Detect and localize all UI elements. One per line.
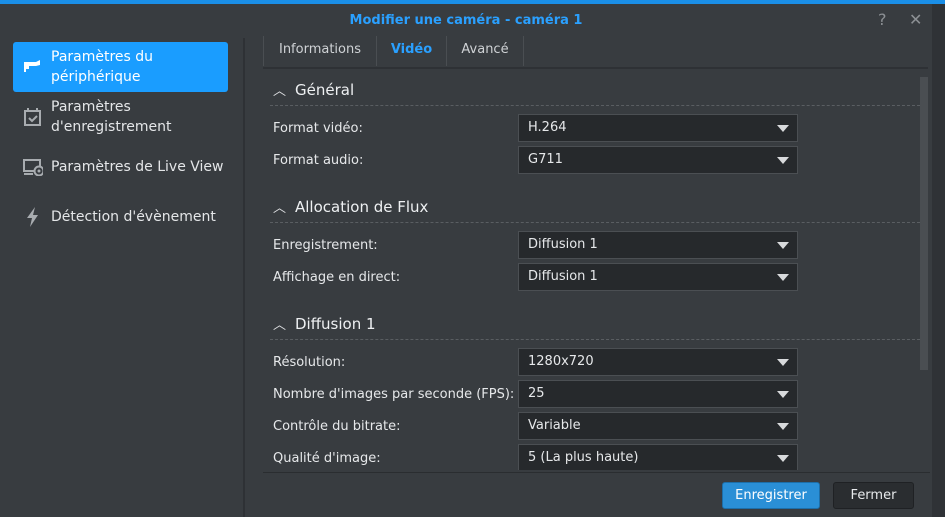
label-bitrate-control: Contrôle du bitrate: — [273, 419, 401, 434]
sidebar-item-recording-settings[interactable]: Paramètres d'enregistrement — [13, 92, 228, 142]
close-button[interactable]: Fermer — [833, 482, 914, 509]
label-live-view: Affichage en direct: — [273, 270, 401, 285]
resolution-select[interactable]: 1280x720 — [518, 348, 798, 376]
chevron-up-icon: ︿ — [273, 318, 287, 333]
chevron-up-icon: ︿ — [273, 201, 287, 216]
top-accent-bar — [0, 0, 945, 4]
dropdown-arrow-icon — [777, 242, 789, 249]
select-value: 5 (La plus haute) — [528, 450, 639, 465]
save-button[interactable]: Enregistrer — [722, 482, 820, 509]
lightning-icon — [23, 207, 43, 227]
dropdown-arrow-icon — [777, 274, 789, 281]
sidebar: Paramètres du périphérique Paramètres d'en… — [0, 38, 245, 517]
select-value: 25 — [528, 386, 545, 401]
select-value: H.264 — [528, 120, 567, 135]
dropdown-arrow-icon — [777, 125, 789, 132]
section-title: Allocation de Flux — [295, 198, 429, 216]
dropdown-arrow-icon — [777, 391, 789, 398]
label-video-format: Format vidéo: — [273, 121, 363, 136]
dropdown-arrow-icon — [777, 455, 789, 462]
section-title: Diffusion 1 — [295, 315, 376, 333]
camera-icon — [23, 57, 43, 77]
background-window — [932, 4, 945, 517]
edit-camera-dialog: Modifier une caméra - caméra 1 ? ✕ Param… — [0, 0, 932, 517]
tab-avance[interactable]: Avancé — [446, 36, 524, 66]
sidebar-item-device-settings[interactable]: Paramètres du périphérique — [13, 42, 228, 92]
select-value: Diffusion 1 — [528, 237, 598, 252]
fps-select[interactable]: 25 — [518, 380, 798, 408]
sidebar-label: d'enregistrement — [51, 119, 172, 135]
dropdown-arrow-icon — [777, 423, 789, 430]
sidebar-label: Paramètres de Live View — [51, 159, 224, 175]
monitor-icon — [23, 157, 43, 177]
dropdown-arrow-icon — [777, 157, 789, 164]
audio-format-select[interactable]: G711 — [518, 146, 798, 174]
sidebar-item-live-view-settings[interactable]: Paramètres de Live View — [13, 142, 228, 192]
video-format-select[interactable]: H.264 — [518, 114, 798, 142]
sidebar-label: périphérique — [51, 69, 141, 85]
live-view-stream-select[interactable]: Diffusion 1 — [518, 263, 798, 291]
sidebar-label: Paramètres — [51, 99, 131, 115]
label-recording: Enregistrement: — [273, 238, 378, 253]
select-value: G711 — [528, 152, 563, 167]
label-audio-format: Format audio: — [273, 153, 364, 168]
dialog-title: Modifier une caméra - caméra 1 — [349, 13, 583, 28]
image-quality-select[interactable]: 5 (La plus haute) — [518, 444, 798, 470]
chevron-up-icon: ︿ — [273, 84, 287, 99]
help-icon[interactable]: ? — [878, 10, 887, 29]
label-resolution: Résolution: — [273, 355, 346, 370]
sidebar-label: Détection d'évènement — [51, 209, 216, 225]
tab-video[interactable]: Vidéo — [376, 36, 446, 66]
tab-bar: Informations Vidéo Avancé — [263, 36, 928, 69]
tab-informations[interactable]: Informations — [263, 36, 376, 66]
label-fps: Nombre d'images par seconde (FPS): — [273, 387, 515, 402]
bitrate-control-select[interactable]: Variable — [518, 412, 798, 440]
calendar-check-icon — [23, 107, 43, 127]
section-general[interactable]: ︿ Général — [270, 80, 920, 106]
select-value: 1280x720 — [528, 354, 594, 369]
dropdown-arrow-icon — [777, 359, 789, 366]
select-value: Variable — [528, 418, 581, 433]
close-icon[interactable]: ✕ — [909, 10, 922, 29]
section-stream-allocation[interactable]: ︿ Allocation de Flux — [270, 197, 920, 223]
scrollbar[interactable] — [920, 77, 928, 370]
footer-divider — [263, 472, 930, 473]
label-image-quality: Qualité d'image: — [273, 451, 381, 466]
section-stream-1[interactable]: ︿ Diffusion 1 — [270, 314, 920, 340]
sidebar-label: Paramètres du — [51, 49, 154, 65]
recording-stream-select[interactable]: Diffusion 1 — [518, 231, 798, 259]
select-value: Diffusion 1 — [528, 269, 598, 284]
sidebar-item-event-detection[interactable]: Détection d'évènement — [13, 192, 228, 242]
section-title: Général — [295, 81, 355, 99]
